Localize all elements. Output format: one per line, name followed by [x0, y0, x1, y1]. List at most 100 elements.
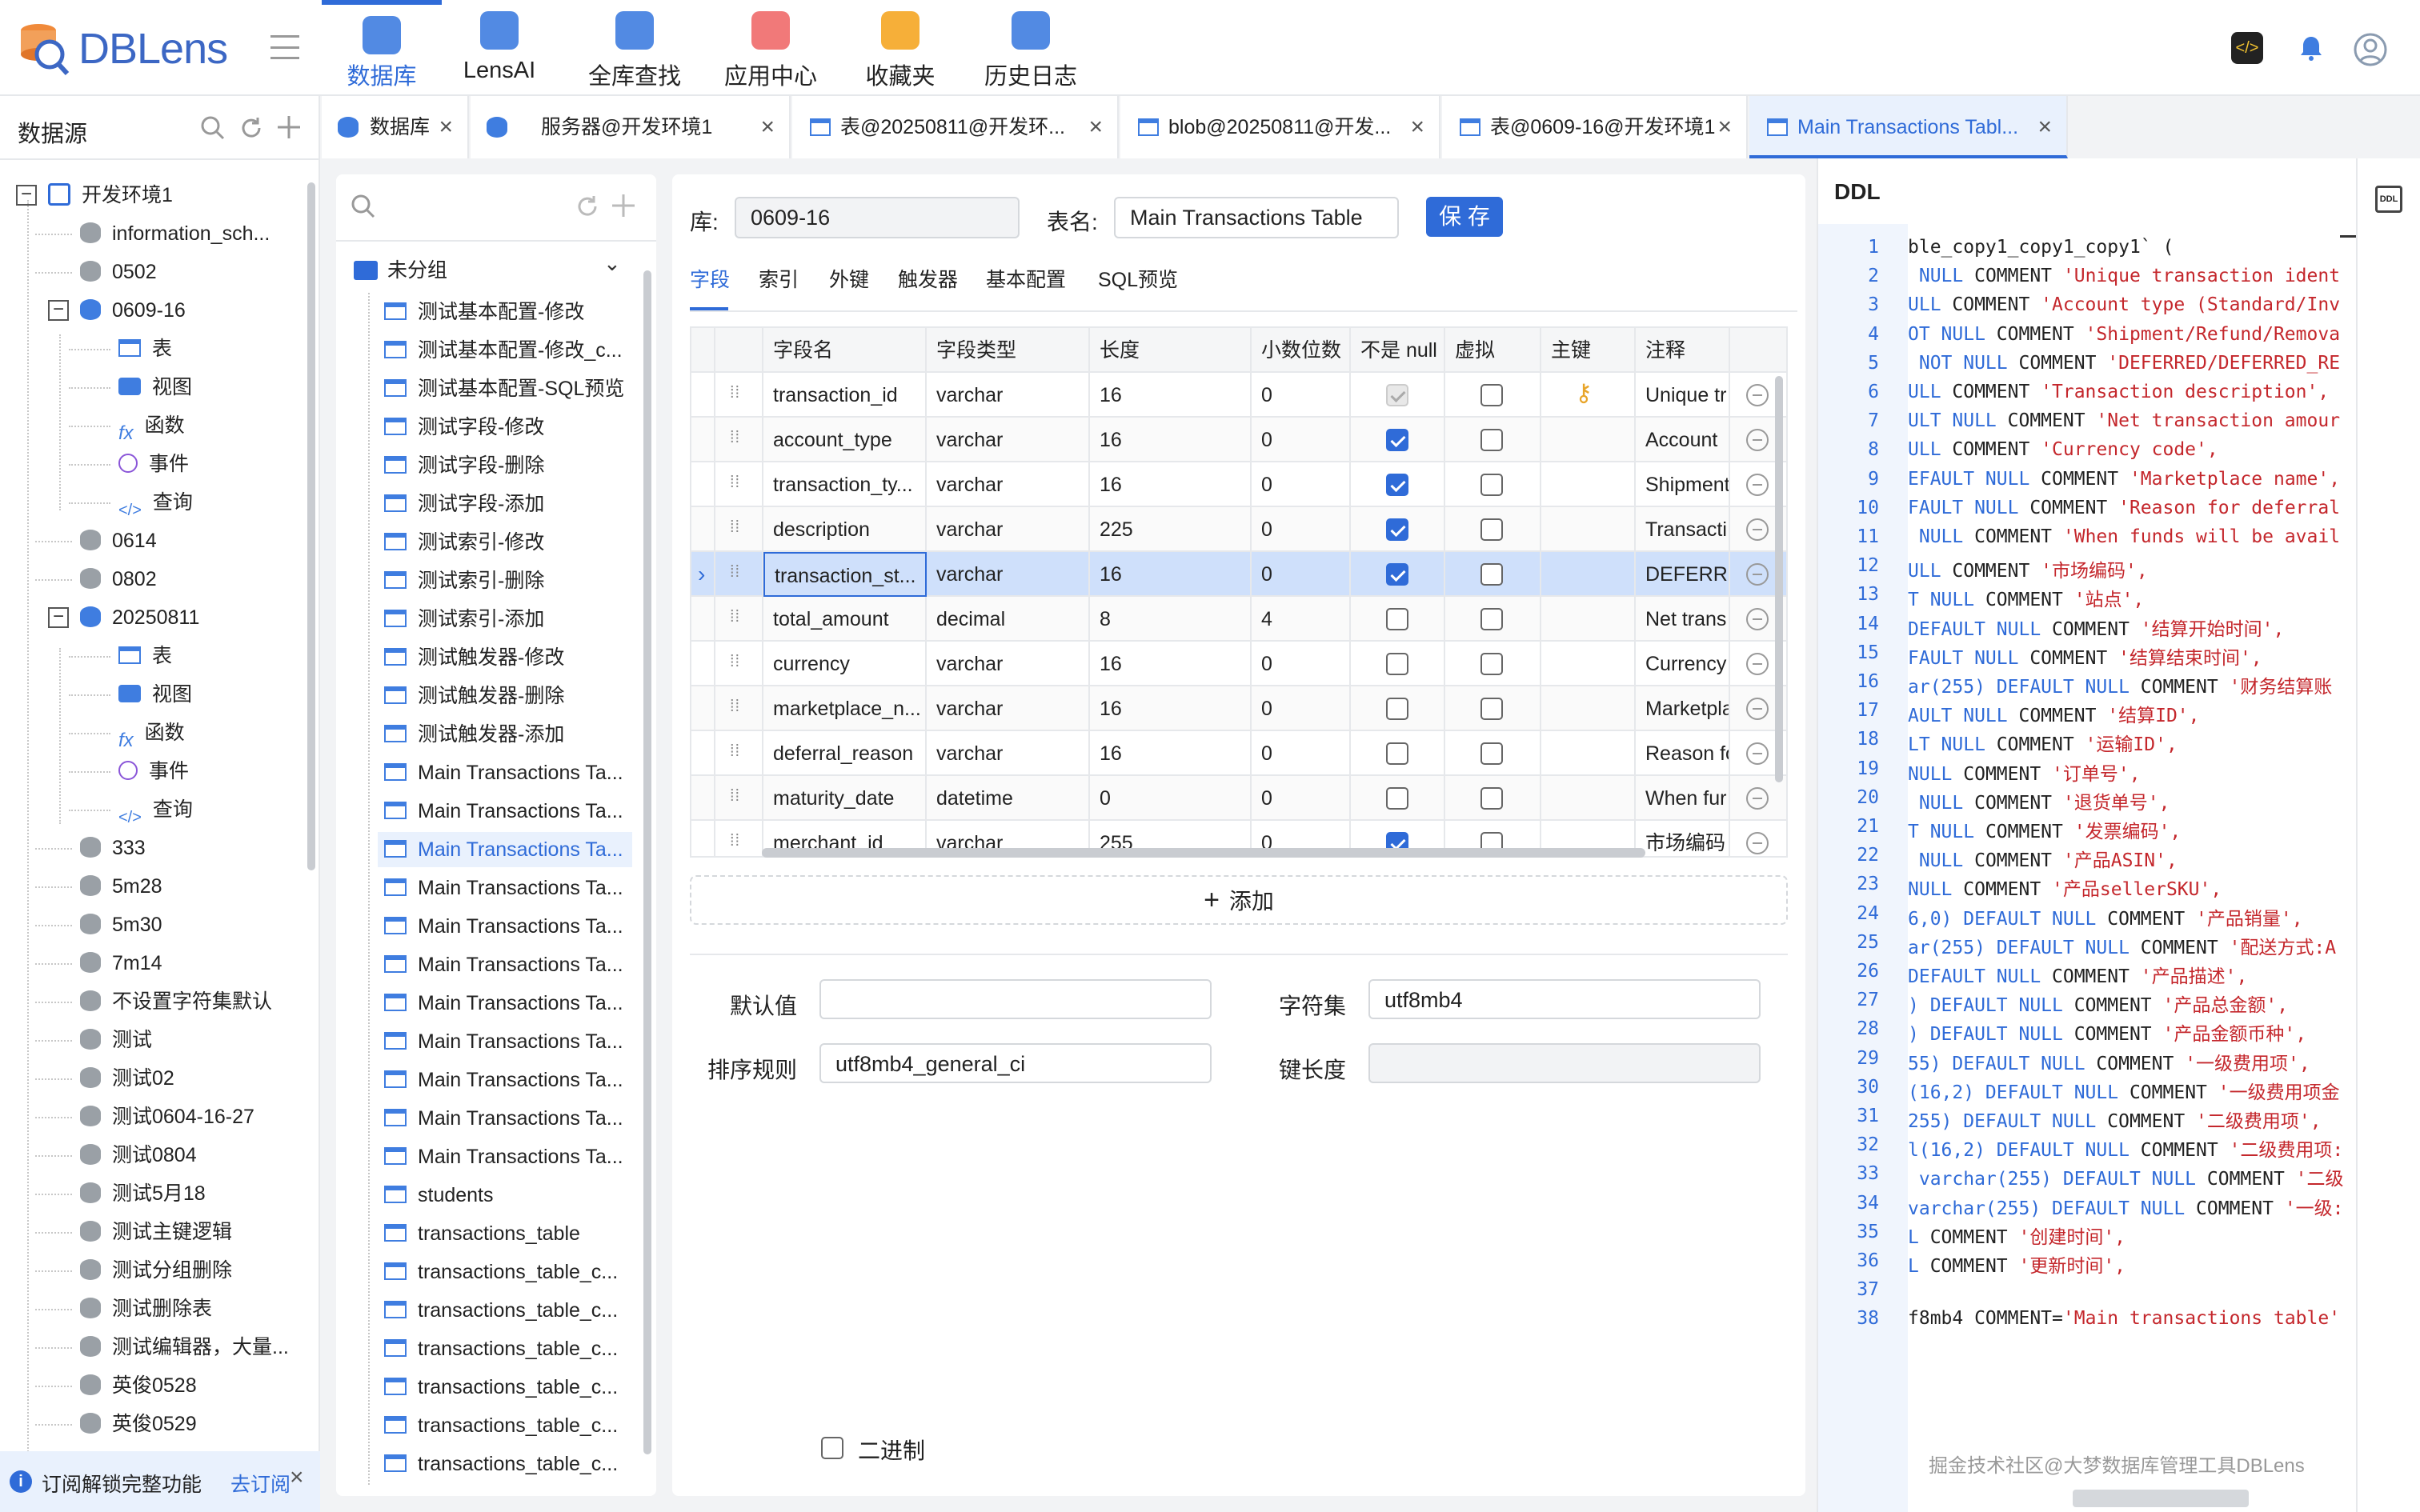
tree-item[interactable]: </> 查询	[118, 792, 193, 827]
cell-type[interactable]: varchar	[927, 642, 1090, 686]
tree-item[interactable]: </> 查询	[118, 485, 193, 520]
tree-item[interactable]: 测试5月18	[80, 1176, 206, 1211]
not-null-checkbox[interactable]	[1386, 518, 1408, 541]
table-list-item[interactable]: 测试字段-添加	[378, 486, 632, 522]
cell-len[interactable]: 8	[1090, 597, 1252, 642]
refresh-icon[interactable]	[575, 194, 600, 219]
tree-item[interactable]: 5m28	[80, 869, 162, 904]
cell-len[interactable]: 16	[1090, 418, 1252, 462]
table-list-item[interactable]: transactions_table_c...	[378, 1331, 632, 1366]
virtual-checkbox[interactable]	[1480, 787, 1503, 810]
cell-type[interactable]: varchar	[927, 731, 1090, 776]
tree-item[interactable]: 0609-16	[80, 293, 186, 328]
tree-item[interactable]: 333	[80, 830, 146, 866]
table-name-input[interactable]: Main Transactions Table	[1114, 197, 1399, 238]
plus-icon[interactable]	[275, 114, 302, 141]
table-list-item[interactable]: 测试基本配置-修改_c...	[378, 333, 632, 368]
table-list-item[interactable]: Main Transactions Ta...	[378, 870, 632, 906]
db-field[interactable]: 0609-16	[735, 197, 1020, 238]
cell-dec[interactable]: 0	[1252, 507, 1351, 552]
open-tab[interactable]: blob@20250811@开发... ×	[1120, 96, 1440, 158]
remove-row-icon[interactable]	[1746, 653, 1769, 675]
tree-item[interactable]: 0502	[80, 254, 157, 290]
remove-row-icon[interactable]	[1746, 787, 1769, 810]
cell-len[interactable]: 16	[1090, 686, 1252, 731]
table-list-item[interactable]: Main Transactions Ta...	[378, 947, 632, 982]
subtab[interactable]: 字段	[690, 264, 730, 293]
subtab[interactable]: 基本配置	[986, 264, 1066, 293]
nav-tab-global-search[interactable]: 全库查找	[576, 0, 693, 94]
remove-row-icon[interactable]	[1746, 474, 1769, 496]
cell-comment[interactable]: Shipment	[1636, 462, 1730, 507]
tree-scrollbar[interactable]	[307, 182, 315, 870]
cell-comment[interactable]: Transacti	[1636, 507, 1730, 552]
open-tab[interactable]: 数据库 ×	[322, 96, 469, 158]
close-icon[interactable]: ×	[760, 96, 775, 158]
tree-item[interactable]: fx 函数	[118, 408, 185, 444]
cell-comment[interactable]: Unique tr	[1636, 373, 1730, 418]
cell-name[interactable]: transaction_st...	[763, 552, 927, 597]
cell-type[interactable]: varchar	[927, 373, 1090, 418]
collapse-toggle-icon[interactable]: −	[16, 185, 37, 206]
cell-comment[interactable]: Account	[1636, 418, 1730, 462]
cell-len[interactable]: 16	[1090, 731, 1252, 776]
table-list-item[interactable]: 测试字段-修改	[378, 410, 632, 445]
subtab[interactable]: 索引	[759, 264, 799, 293]
tree-item[interactable]: 测试编辑器，大量...	[80, 1330, 289, 1365]
nav-tab-lensai[interactable]: LensAI	[442, 0, 557, 94]
cell-comment[interactable]: Reason fo	[1636, 731, 1730, 776]
cell-name[interactable]: maturity_date	[763, 776, 927, 821]
collapse-toggle-icon[interactable]: −	[48, 300, 69, 321]
remove-row-icon[interactable]	[1746, 832, 1769, 854]
not-null-checkbox[interactable]	[1386, 787, 1408, 810]
user-avatar-icon[interactable]	[2353, 32, 2387, 66]
nav-tab-app-center[interactable]: 应用中心	[711, 0, 831, 94]
tree-item[interactable]: 视图	[118, 370, 192, 405]
cell-dec[interactable]: 0	[1252, 462, 1351, 507]
subtab[interactable]: SQL预览	[1098, 264, 1178, 293]
cell-comment[interactable]: Marketpla	[1636, 686, 1730, 731]
cell-type[interactable]: varchar	[927, 462, 1090, 507]
table-list-item[interactable]: transactions_table_c...	[378, 1254, 632, 1290]
table-list-item[interactable]: 测试基本配置-SQL预览	[378, 371, 632, 406]
table-list-item[interactable]: transactions_table	[378, 1216, 632, 1251]
charset-select[interactable]: utf8mb4	[1368, 979, 1761, 1019]
close-icon[interactable]: ×	[439, 96, 453, 158]
table-list-item[interactable]: 测试触发器-修改	[378, 640, 632, 675]
tree-item[interactable]: 视图	[118, 677, 192, 712]
subtab[interactable]: 外键	[829, 264, 869, 293]
tree-item[interactable]: 开发环境1	[48, 178, 173, 213]
tree-item[interactable]: 表	[118, 331, 172, 366]
cell-name[interactable]: deferral_reason	[763, 731, 927, 776]
table-list-item[interactable]: Main Transactions Ta...	[378, 909, 632, 944]
cell-len[interactable]: 16	[1090, 462, 1252, 507]
table-list-item[interactable]: transactions_table_c...	[378, 1370, 632, 1405]
virtual-checkbox[interactable]	[1480, 742, 1503, 765]
cell-comment[interactable]: Net trans	[1636, 597, 1730, 642]
cell-type[interactable]: varchar	[927, 686, 1090, 731]
not-null-checkbox[interactable]	[1386, 608, 1408, 630]
nav-tab-database[interactable]: 数据库	[322, 0, 442, 94]
tree-item[interactable]: 测试02	[80, 1061, 174, 1096]
not-null-checkbox[interactable]	[1386, 653, 1408, 675]
cell-name[interactable]: total_amount	[763, 597, 927, 642]
table-list-item[interactable]: 测试索引-修改	[378, 525, 632, 560]
subscribe-link[interactable]: 去订阅	[230, 1469, 290, 1498]
close-icon[interactable]: ×	[1410, 96, 1424, 158]
table-list-item[interactable]: 测试字段-删除	[378, 448, 632, 483]
table-list-item[interactable]: Main Transactions Ta...	[378, 755, 632, 790]
nav-tab-history-log[interactable]: 历史日志	[972, 0, 1090, 94]
key-length-input[interactable]	[1368, 1043, 1761, 1083]
open-tab[interactable]: 表@20250811@开发环... ×	[792, 96, 1119, 158]
tree-item[interactable]: 测试分组删除	[80, 1253, 232, 1288]
remove-row-icon[interactable]	[1746, 384, 1769, 406]
virtual-checkbox[interactable]	[1480, 474, 1503, 496]
tree-item[interactable]: fx 函数	[118, 715, 185, 751]
cell-type[interactable]: varchar	[927, 507, 1090, 552]
save-button[interactable]: 保 存	[1426, 197, 1503, 237]
virtual-checkbox[interactable]	[1480, 429, 1503, 451]
collation-select[interactable]: utf8mb4_general_ci	[819, 1043, 1212, 1083]
table-list-item[interactable]: transactions_table_c...	[378, 1446, 632, 1482]
table-list-item[interactable]: Main Transactions Ta...	[378, 1024, 632, 1059]
ddl-h-scrollbar[interactable]	[2073, 1490, 2249, 1507]
